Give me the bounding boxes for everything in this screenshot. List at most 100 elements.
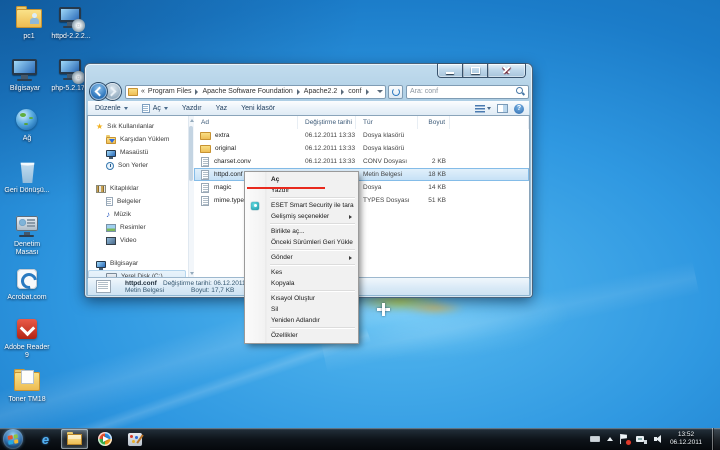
desktop-icon-network[interactable]: Ağ xyxy=(2,107,52,143)
taskbar-item-paint-tool[interactable] xyxy=(121,429,148,449)
menu-item-open[interactable]: Aç xyxy=(245,174,358,185)
volume-tray-icon[interactable] xyxy=(654,434,664,444)
minimize-button[interactable] xyxy=(438,64,463,77)
navigation-pane: ★ Sık Kullanılanlar Karşıdan Yüklem Masa… xyxy=(88,116,194,278)
search-icon[interactable] xyxy=(516,87,525,96)
chevron-down-icon[interactable] xyxy=(487,107,491,110)
file-row-original[interactable]: original 06.12.2011 13:33Dosya klasörü xyxy=(194,142,529,155)
menu-item-send-to[interactable]: Gönder xyxy=(245,252,358,263)
crosshair-cursor xyxy=(377,303,390,316)
internet-explorer-icon: e xyxy=(42,432,49,447)
menu-item-advanced-options[interactable]: Gelişmiş seçenekler xyxy=(245,211,358,222)
desktop-icon-httpd-installer[interactable]: httpd-2.2.2... xyxy=(44,5,98,41)
chevron-right-icon[interactable] xyxy=(366,89,369,95)
start-button[interactable] xyxy=(3,429,23,449)
menu-item-cut[interactable]: Kes xyxy=(245,267,358,278)
show-desktop-button[interactable] xyxy=(712,428,720,450)
menu-item-eset-scan[interactable]: ESET Smart Security ile tara xyxy=(245,200,358,211)
menu-item-restore-previous-versions[interactable]: Önceki Sürümleri Geri Yükle xyxy=(245,237,358,248)
star-icon: ★ xyxy=(96,122,103,131)
sidebar-item-documents[interactable]: Belgeler xyxy=(88,195,194,208)
show-hidden-icons-arrow[interactable] xyxy=(607,437,613,441)
sidebar-item-pictures[interactable]: Resimler xyxy=(88,221,194,234)
network-tray-icon[interactable] xyxy=(636,435,647,444)
desktop-icon-toner-folder[interactable]: Toner TM18 xyxy=(2,368,52,404)
menu-item-create-shortcut[interactable]: Kısayol Oluştur xyxy=(245,293,358,304)
device-tray-icon[interactable] xyxy=(590,436,600,442)
close-button[interactable] xyxy=(488,64,525,77)
help-icon[interactable]: ? xyxy=(514,104,524,114)
breadcrumb-segment[interactable]: Apache Software Foundation xyxy=(202,88,292,95)
menu-item-open-with[interactable]: Birlikte aç... xyxy=(245,226,358,237)
taskbar: e 13:52 06.12.2011 xyxy=(0,428,720,450)
open-button[interactable]: Aç xyxy=(135,101,175,116)
chevron-right-icon[interactable] xyxy=(341,89,344,95)
desktop-icon-control-panel[interactable]: Denetim Masası xyxy=(2,213,52,257)
wallpaper-glow-orange xyxy=(405,301,465,315)
column-header-name[interactable]: Ad xyxy=(194,116,298,129)
menu-item-properties[interactable]: Özellikler xyxy=(245,330,358,341)
menu-item-delete[interactable]: Sil xyxy=(245,304,358,315)
adobe-reader-icon xyxy=(12,316,42,343)
taskbar-item-internet-explorer[interactable]: e xyxy=(32,429,59,449)
organize-button[interactable]: Düzenle xyxy=(88,101,135,116)
desktop-icon-recycle-bin[interactable]: Geri Dönüşü... xyxy=(2,159,52,195)
burn-button[interactable]: Yaz xyxy=(209,101,235,116)
file-icon xyxy=(201,183,209,193)
desktop-icon-computer[interactable]: Bilgisayar xyxy=(0,57,50,93)
file-row-extra[interactable]: extra 06.12.2011 13:33Dosya klasörü xyxy=(194,129,529,142)
folder-icon xyxy=(200,145,211,153)
scrollbar-thumb[interactable] xyxy=(189,126,193,181)
desktop-icon xyxy=(106,150,116,157)
desktop-icon-adobe-reader[interactable]: Adobe Reader 9 xyxy=(2,316,52,360)
maximize-button[interactable] xyxy=(463,64,488,77)
sidebar-item-downloads[interactable]: Karşıdan Yüklem xyxy=(88,133,194,146)
scroll-down-icon[interactable] xyxy=(190,272,194,275)
menu-item-rename[interactable]: Yeniden Adlandır xyxy=(245,315,358,326)
scroll-up-icon[interactable] xyxy=(190,119,194,122)
taskbar-item-explorer[interactable] xyxy=(61,429,88,449)
file-row-charset-conv[interactable]: charset.conv 06.12.2011 13:33CONV Dosyas… xyxy=(194,155,529,168)
column-header-date[interactable]: Değiştirme tarihi xyxy=(298,116,356,129)
sidebar-section-computer[interactable]: Bilgisayar xyxy=(88,257,194,270)
sidebar-section-libraries[interactable]: Kitaplıklar xyxy=(88,182,194,195)
action-center-flag-icon[interactable] xyxy=(620,434,629,444)
details-file-name: httpd.conf xyxy=(125,280,157,287)
history-dropdown-icon[interactable] xyxy=(377,90,383,93)
column-header-type[interactable]: Tür xyxy=(356,116,418,129)
breadcrumb[interactable]: « Program Files Apache Software Foundati… xyxy=(125,85,386,99)
folder-icon xyxy=(200,132,211,140)
breadcrumb-segment[interactable]: Apache2.2 xyxy=(304,88,337,95)
search-placeholder: Ara: conf xyxy=(410,88,438,95)
taskbar-item-media-player[interactable] xyxy=(91,429,118,449)
desktop-icon-label: httpd-2.2.2... xyxy=(44,33,98,41)
sidebar-item-local-disk-c[interactable]: Yerel Disk (C:) xyxy=(88,270,186,278)
menu-item-copy[interactable]: Kopyala xyxy=(245,278,358,289)
search-input[interactable]: Ara: conf xyxy=(406,85,529,99)
network-globe-icon xyxy=(12,107,42,134)
file-icon xyxy=(96,280,111,293)
change-view-icon[interactable] xyxy=(475,105,485,113)
back-button[interactable] xyxy=(90,83,107,100)
column-header-size[interactable]: Boyut xyxy=(418,116,450,129)
refresh-button[interactable] xyxy=(388,85,403,99)
taskbar-clock[interactable]: 13:52 06.12.2011 xyxy=(670,431,702,447)
sidebar-item-music[interactable]: ♪ Müzik xyxy=(88,208,194,221)
new-folder-button[interactable]: Yeni klasör xyxy=(234,101,282,116)
film-icon xyxy=(106,237,116,245)
breadcrumb-overflow[interactable]: « xyxy=(141,88,145,95)
chevron-right-icon[interactable] xyxy=(195,89,198,95)
sidebar-item-recent-places[interactable]: Son Yerler xyxy=(88,159,194,172)
print-button[interactable]: Yazdır xyxy=(175,101,209,116)
chevron-right-icon[interactable] xyxy=(297,89,300,95)
breadcrumb-segment[interactable]: conf xyxy=(348,88,361,95)
preview-pane-icon[interactable] xyxy=(497,104,508,113)
paint-tool-icon xyxy=(128,433,142,446)
sidebar-item-video[interactable]: Video xyxy=(88,234,194,247)
sidebar-item-desktop[interactable]: Masaüstü xyxy=(88,146,194,159)
sidebar-section-favorites[interactable]: ★ Sık Kullanılanlar xyxy=(88,120,194,133)
desktop-icon-acrobat-com[interactable]: Acrobat.com xyxy=(2,266,52,302)
command-bar: Düzenle Aç Yazdır Yaz Yeni klasör ? xyxy=(88,101,529,116)
breadcrumb-segment[interactable]: Program Files xyxy=(148,88,192,95)
clock-time: 13:52 xyxy=(670,431,702,439)
